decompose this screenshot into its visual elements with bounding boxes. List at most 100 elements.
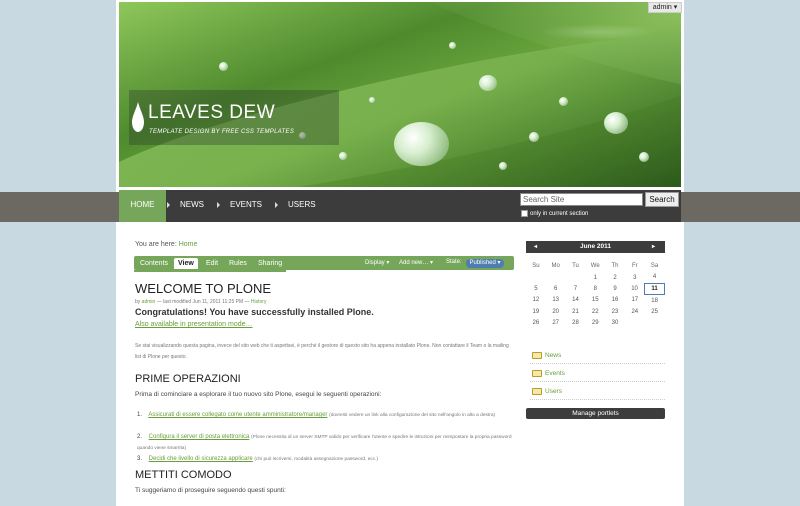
list-number: 2. [137, 434, 143, 440]
dew-drop [369, 97, 375, 103]
right-background [684, 0, 800, 506]
tab-contents[interactable]: Contents [136, 258, 172, 269]
byline-by: by [135, 299, 141, 305]
calendar-day[interactable]: 6 [546, 283, 566, 294]
dew-drop [479, 75, 497, 91]
list-item: 1. Assicurati di essere collegato come u… [137, 410, 515, 421]
calendar-day[interactable]: 18 [645, 295, 665, 306]
byline-modified: — last modified Jun 11, 2011 11:25 PM — [156, 299, 250, 305]
calendar-day[interactable]: 27 [546, 318, 566, 329]
list-link[interactable]: Assicurati di essere collegato come uten… [148, 412, 327, 418]
header-banner: LEAVES DEW TEMPLATE DESIGN BY FREE CSS T… [119, 2, 681, 187]
nav-separator-icon [275, 202, 278, 208]
breadcrumb-home[interactable]: Home [179, 241, 198, 248]
calendar-day[interactable]: 25 [645, 306, 665, 317]
calendar-day[interactable]: 12 [526, 295, 546, 306]
site-title[interactable]: LEAVES DEW [148, 102, 275, 124]
calendar-day[interactable]: 26 [526, 318, 546, 329]
tab-rules[interactable]: Rules [225, 258, 251, 269]
tab-edit[interactable]: Edit [202, 258, 222, 269]
admin-menu[interactable]: admin ▾ [648, 2, 682, 13]
calendar-day[interactable]: 24 [625, 306, 645, 317]
list-link[interactable]: Configura il server di posta elettronica [149, 434, 250, 440]
dew-drop [639, 152, 649, 162]
manage-portlets-button[interactable]: Manage portlets [526, 408, 665, 419]
tab-sharing[interactable]: Sharing [254, 258, 286, 269]
calendar-day[interactable]: 19 [526, 306, 546, 317]
calendar-weekday: Su [532, 262, 540, 269]
calendar-day [526, 272, 546, 283]
dew-drop [449, 42, 456, 49]
calendar-day[interactable]: 13 [546, 295, 566, 306]
main-nav: HOME NEWS EVENTS USERS Search Site Searc… [119, 190, 681, 222]
calendar-weekday: Sa [650, 262, 659, 269]
list-item: 2. Configura il server di posta elettron… [137, 432, 515, 454]
section-paragraph: Ti suggeriamo di proseguire seguendo que… [135, 487, 286, 494]
calendar-day[interactable]: 17 [625, 295, 645, 306]
list-link[interactable]: Decidi che livello di sicurezza applicar… [149, 456, 253, 462]
calendar-day[interactable]: 21 [566, 306, 586, 317]
calendar-header: ◂ June 2011 ▸ [526, 241, 665, 253]
portlet-item-news[interactable]: News [530, 349, 665, 364]
calendar-day[interactable]: 23 [605, 306, 625, 317]
nav-item-home[interactable]: HOME [119, 190, 166, 222]
calendar-day[interactable]: 3 [625, 272, 645, 283]
author-link[interactable]: admin [142, 299, 156, 305]
tab-underline [134, 270, 286, 272]
portlet-item-events[interactable]: Events [530, 367, 665, 382]
calendar-day[interactable]: 8 [585, 283, 605, 294]
calendar-day[interactable]: 9 [605, 283, 625, 294]
calendar-day[interactable]: 28 [566, 318, 586, 329]
calendar-day [566, 272, 586, 283]
portlet-item-users[interactable]: Users [530, 385, 665, 400]
calendar-day[interactable]: 10 [625, 283, 645, 294]
calendar-day [645, 318, 665, 329]
calendar-day[interactable]: 16 [605, 295, 625, 306]
nav-separator-icon [167, 202, 170, 208]
leaf-drop-icon [132, 102, 144, 132]
calendar-day[interactable]: 5 [526, 283, 546, 294]
calendar-day[interactable]: 14 [566, 295, 586, 306]
calendar-week: 26 27 28 29 30 [526, 318, 665, 329]
calendar-day[interactable]: 22 [585, 306, 605, 317]
calendar-day[interactable]: 20 [546, 306, 566, 317]
add-new-menu[interactable]: Add new… ▾ [399, 259, 433, 266]
portlet-item-label[interactable]: Users [545, 388, 562, 395]
portlet-item-label[interactable]: News [545, 352, 561, 359]
nav-item-events[interactable]: EVENTS [230, 190, 262, 222]
left-background [0, 0, 116, 506]
history-link[interactable]: History [251, 299, 267, 305]
nav-item-news[interactable]: NEWS [180, 190, 204, 222]
presentation-mode-link[interactable]: Also available in presentation mode… [135, 321, 253, 328]
calendar-weekday: We [590, 262, 600, 269]
section-heading: METTITI COMODO [135, 469, 232, 481]
tab-view[interactable]: View [174, 258, 198, 269]
display-menu[interactable]: Display ▾ [365, 259, 389, 266]
dew-drop [529, 132, 539, 142]
portlet-item-label[interactable]: Events [545, 370, 565, 377]
calendar-prev-icon[interactable]: ◂ [534, 241, 537, 253]
state-menu[interactable]: Published ▾ [466, 259, 504, 268]
calendar-weekday: Fr [631, 262, 638, 269]
calendar-day[interactable]: 4 [645, 272, 665, 283]
calendar-day[interactable]: 1 [585, 272, 605, 283]
search-input[interactable]: Search Site [520, 193, 643, 206]
folder-icon [532, 388, 542, 395]
site-subtitle: TEMPLATE DESIGN BY FREE CSS TEMPLATES [149, 129, 295, 135]
folder-icon [532, 370, 542, 377]
byline: by admin — last modified Jun 11, 2011 11… [135, 299, 266, 305]
calendar-day[interactable]: 2 [605, 272, 625, 283]
search-button[interactable]: Search [645, 192, 679, 207]
list-number: 1. [137, 412, 143, 418]
only-current-section-checkbox[interactable] [521, 210, 528, 217]
dew-drop [604, 112, 628, 134]
calendar-today[interactable]: 11 [644, 282, 665, 296]
calendar-day[interactable]: 29 [585, 318, 605, 329]
calendar-weekday: Th [611, 262, 619, 269]
calendar-day[interactable]: 15 [585, 295, 605, 306]
dew-drop [339, 152, 347, 160]
calendar-day[interactable]: 7 [566, 283, 586, 294]
calendar-day[interactable]: 30 [605, 318, 625, 329]
calendar-next-icon[interactable]: ▸ [652, 241, 655, 253]
nav-item-users[interactable]: USERS [288, 190, 316, 222]
